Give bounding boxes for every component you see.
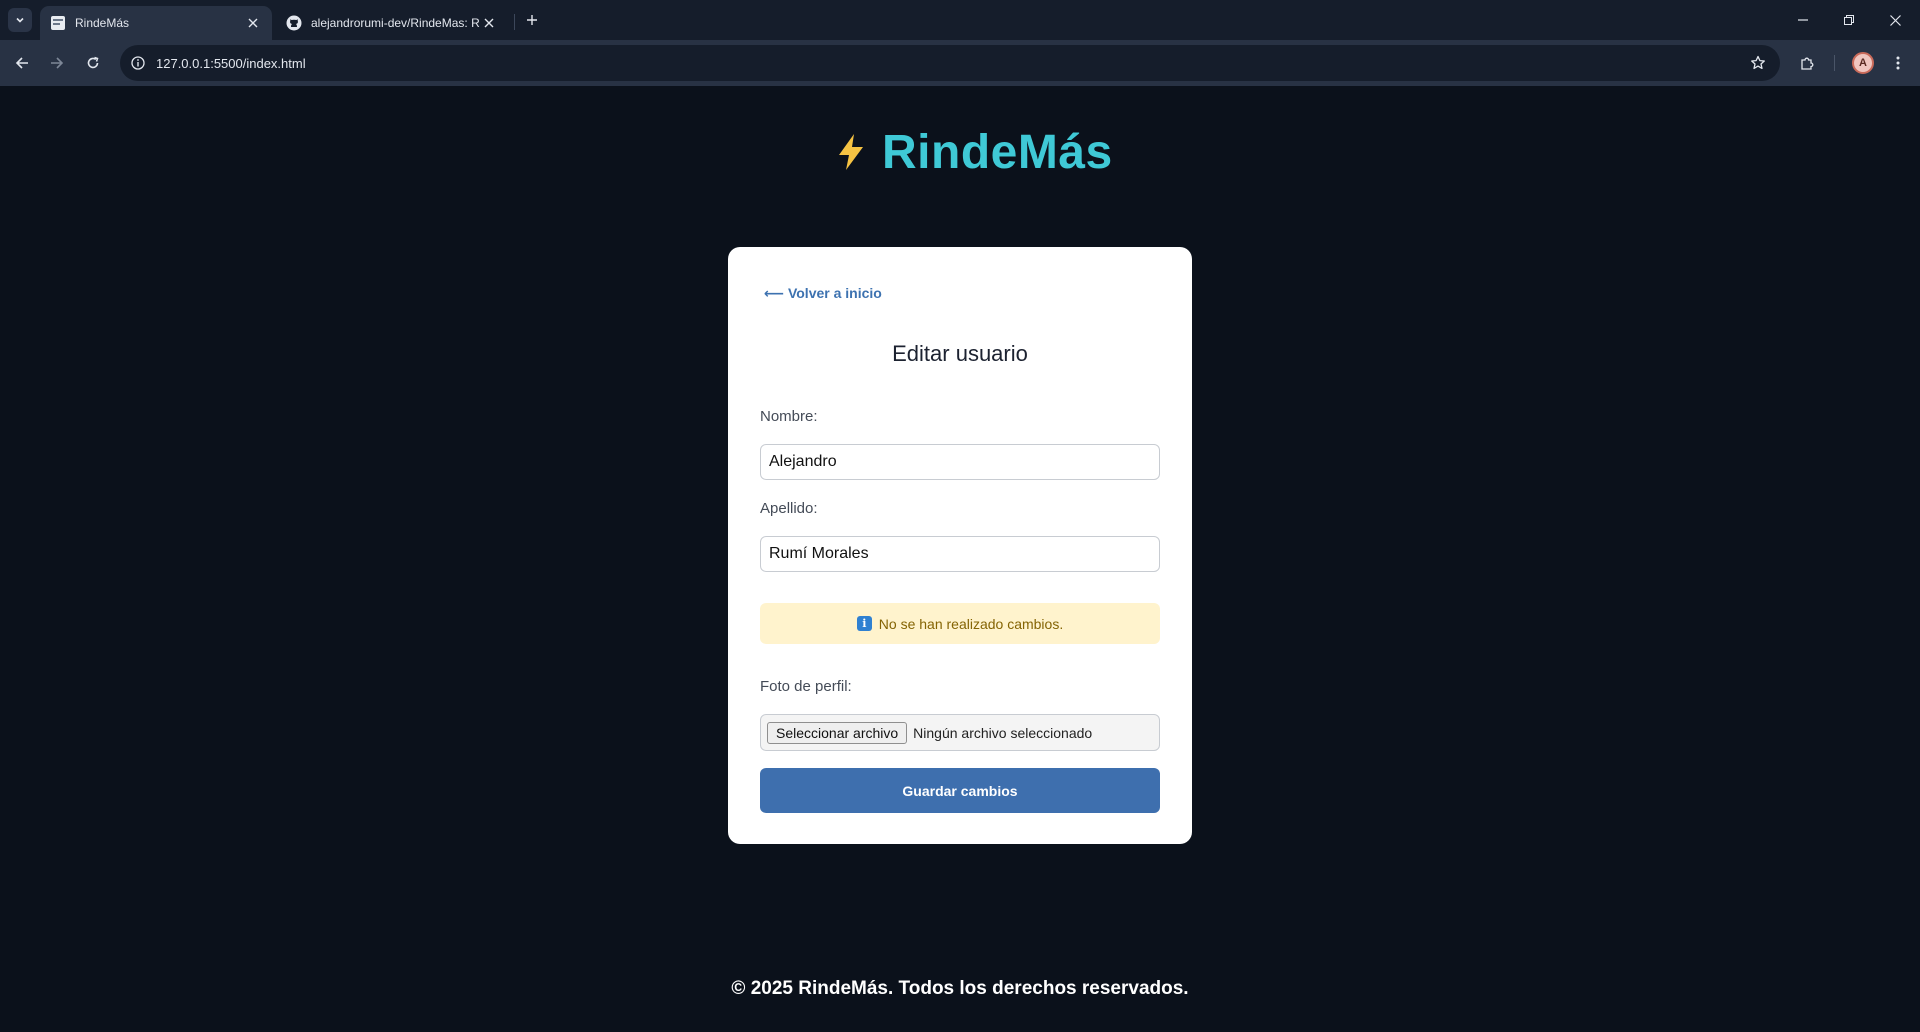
browser-tabstrip: RindeMás alejandrorumi-dev/RindeMas: R <box>0 0 1920 40</box>
site-info-icon[interactable] <box>130 55 146 71</box>
edit-user-card: ⟵ Volver a inicio Editar usuario Nombre:… <box>728 247 1192 844</box>
select-file-button[interactable]: Seleccionar archivo <box>767 721 908 744</box>
kebab-menu-icon <box>1896 56 1900 70</box>
plus-icon <box>527 15 537 25</box>
puzzle-icon <box>1801 57 1814 70</box>
tab-github[interactable]: alejandrorumi-dev/RindeMas: R <box>276 6 508 40</box>
tab-title: RindeMás <box>75 16 130 30</box>
apellido-input[interactable] <box>760 536 1160 572</box>
toolbar-divider <box>1834 55 1835 71</box>
chevron-down-icon <box>16 17 24 23</box>
close-icon[interactable] <box>244 14 262 32</box>
lightning-bolt-icon <box>839 134 863 170</box>
close-icon[interactable] <box>480 14 498 32</box>
arrow-right-icon <box>51 57 64 69</box>
nombre-label: Nombre: <box>760 408 818 425</box>
back-button[interactable] <box>8 49 36 77</box>
page-title: Editar usuario <box>892 341 1028 366</box>
profile-avatar[interactable]: A <box>1852 52 1874 74</box>
brand-name: RindeMás <box>882 125 1113 179</box>
page-content: RindeMás ⟵ Volver a inicio Editar usuari… <box>0 86 1920 1032</box>
info-icon: i <box>856 616 872 631</box>
save-changes-button[interactable]: Guardar cambios <box>760 768 1160 813</box>
new-tab-button[interactable] <box>520 8 544 32</box>
footer-copyright: © 2025 RindeMás. Todos los derechos rese… <box>731 978 1189 999</box>
minimize-button[interactable] <box>1780 0 1826 40</box>
file-status-text: Ningún archivo seleccionado <box>913 724 1093 741</box>
nombre-input[interactable] <box>760 444 1160 480</box>
page-favicon-icon <box>50 15 66 31</box>
reload-button[interactable] <box>79 49 107 77</box>
minimize-icon <box>1798 19 1808 21</box>
no-changes-notice: i No se han realizado cambios. <box>760 603 1160 644</box>
tab-rindemas[interactable]: RindeMás <box>40 6 272 40</box>
url-text[interactable]: 127.0.0.1:5500/index.html <box>156 56 306 71</box>
photo-label: Foto de perfil: <box>760 678 852 695</box>
browser-toolbar: 127.0.0.1:5500/index.html A <box>0 40 1920 86</box>
restore-button[interactable] <box>1826 0 1872 40</box>
address-bar[interactable]: 127.0.0.1:5500/index.html <box>120 45 1780 81</box>
close-window-button[interactable] <box>1872 0 1918 40</box>
bookmark-star-icon[interactable] <box>1748 53 1768 73</box>
site-logo[interactable]: RindeMás <box>836 124 1113 180</box>
forward-button[interactable] <box>43 49 71 77</box>
arrow-left-icon <box>15 57 28 69</box>
apellido-label: Apellido: <box>760 500 818 517</box>
close-icon <box>1889 14 1901 26</box>
tab-search-button[interactable] <box>8 8 32 32</box>
github-icon <box>286 15 302 31</box>
extensions-button[interactable] <box>1794 49 1822 77</box>
browser-menu-button[interactable] <box>1884 49 1912 77</box>
restore-icon <box>1844 15 1854 25</box>
tab-divider <box>514 14 515 30</box>
back-to-home-link[interactable]: ⟵ Volver a inicio <box>764 285 882 302</box>
reload-icon <box>87 56 99 69</box>
tab-title: alejandrorumi-dev/RindeMas: R <box>311 16 480 30</box>
notice-text: No se han realizado cambios. <box>878 615 1064 632</box>
profile-photo-input[interactable]: Seleccionar archivo Ningún archivo selec… <box>760 714 1160 751</box>
